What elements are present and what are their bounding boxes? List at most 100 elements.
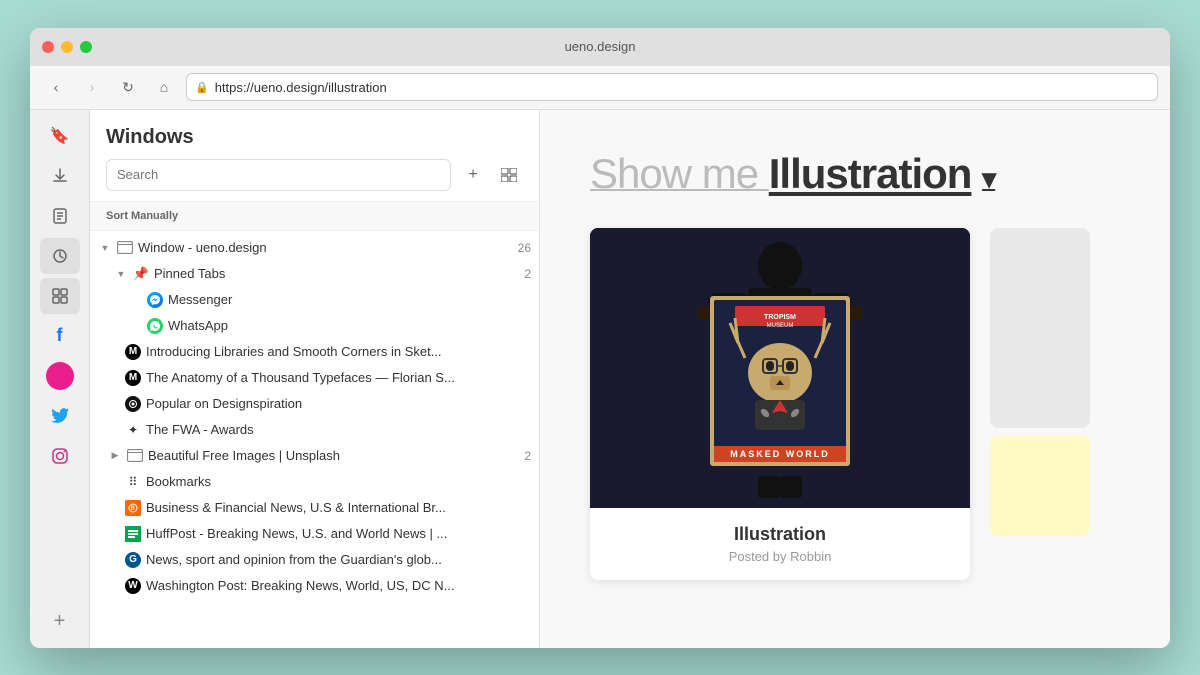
browser-title: ueno.design (565, 39, 636, 54)
card-image: TROPISM MUSEUM (590, 228, 970, 508)
chevron-down-icon: ▼ (114, 267, 128, 281)
designspiration-label: Popular on Designspiration (146, 396, 531, 411)
reload-button[interactable]: ↻ (114, 73, 142, 101)
notes-sidebar-button[interactable] (40, 198, 80, 234)
search-input[interactable] (106, 159, 451, 191)
medium-icon-2: M (124, 369, 142, 387)
forward-button[interactable]: › (78, 73, 106, 101)
grid-view-button[interactable] (495, 161, 523, 189)
panel-title: Windows (106, 126, 523, 149)
pinned-tabs-count: 2 (524, 267, 531, 281)
twitter-sidebar-button[interactable] (40, 398, 80, 434)
pinned-tabs-label: Pinned Tabs (154, 266, 520, 281)
bookmarks-item[interactable]: ⠿ Bookmarks (90, 469, 539, 495)
url-text: https://ueno.design/illustration (215, 80, 387, 95)
designspiration-item[interactable]: Popular on Designspiration (90, 391, 539, 417)
add-window-button[interactable]: + (459, 161, 487, 189)
traffic-lights (42, 41, 92, 53)
business-label: Business & Financial News, U.S & Interna… (146, 500, 531, 515)
window-count: 26 (518, 241, 531, 255)
content-area: Show me Illustration ▾ (540, 110, 1170, 648)
partial-card-bottom (990, 436, 1090, 536)
unsplash-count: 2 (524, 449, 531, 463)
huffpost-label: HuffPost - Breaking News, U.S. and World… (146, 526, 531, 541)
window-item[interactable]: ▼ Window - ueno.design 26 (90, 235, 539, 261)
chevron-right-icon: ▶ (108, 449, 122, 463)
title-bar: ueno.design (30, 28, 1170, 66)
history-sidebar-button[interactable] (40, 238, 80, 274)
heading-prefix: Show me (590, 150, 769, 197)
close-button[interactable] (42, 41, 54, 53)
card-container: TROPISM MUSEUM (590, 228, 1120, 580)
heading-main: Illustration (769, 150, 972, 197)
bookmarks-label: Bookmarks (146, 474, 531, 489)
unsplash-item[interactable]: ▶ Beautiful Free Images | Unsplash 2 (90, 443, 539, 469)
guardian-icon: G (124, 551, 142, 569)
fwa-label: The FWA - Awards (146, 422, 531, 437)
whatsapp-label: WhatsApp (168, 318, 531, 333)
bookmark-sidebar-button[interactable]: 🔖 (40, 118, 80, 154)
messenger-icon (146, 291, 164, 309)
card-info: Illustration Posted by Robbin (590, 508, 970, 580)
svg-text:MUSEUM: MUSEUM (767, 323, 794, 329)
unsplash-icon (126, 447, 144, 465)
instagram-sidebar-button[interactable] (40, 438, 80, 474)
partial-cards (990, 228, 1090, 536)
window-icon (116, 239, 134, 257)
washingtonpost-icon: W (124, 577, 142, 595)
window-label: Window - ueno.design (138, 240, 514, 255)
anatomy-label: The Anatomy of a Thousand Typefaces — Fl… (146, 370, 531, 385)
partial-card-top (990, 228, 1090, 428)
windows-panel: Windows + Sort Manually ▼ Window (90, 110, 540, 648)
washingtonpost-label: Washington Post: Breaking News, World, U… (146, 578, 531, 593)
guardian-label: News, sport and opinion from the Guardia… (146, 552, 531, 567)
svg-text:MASKED WORLD: MASKED WORLD (730, 449, 830, 459)
bookmarks-icon: ⠿ (124, 473, 142, 491)
sort-label: Sort Manually (90, 202, 539, 231)
libraries-item[interactable]: M Introducing Libraries and Smooth Corne… (90, 339, 539, 365)
card-title: Illustration (610, 524, 950, 545)
business-item[interactable]: B Business & Financial News, U.S & Inter… (90, 495, 539, 521)
medium-icon: M (124, 343, 142, 361)
lock-icon: 🔒 (195, 81, 209, 94)
panel-header: Windows + (90, 110, 539, 202)
libraries-label: Introducing Libraries and Smooth Corners… (146, 344, 531, 359)
fwa-icon: ✦ (124, 421, 142, 439)
minimize-button[interactable] (61, 41, 73, 53)
messenger-item[interactable]: Messenger (90, 287, 539, 313)
tree-list: ▼ Window - ueno.design 26 ▼ 📌 Pinned Tab… (90, 231, 539, 648)
svg-text:B: B (131, 506, 136, 512)
messenger-label: Messenger (168, 292, 531, 307)
whatsapp-icon (146, 317, 164, 335)
back-button[interactable]: ‹ (42, 73, 70, 101)
sidebar-icons: 🔖 f + (30, 110, 90, 648)
pinned-tabs-item[interactable]: ▼ 📌 Pinned Tabs 2 (90, 261, 539, 287)
svg-text:TROPISM: TROPISM (764, 314, 796, 321)
home-button[interactable]: ⌂ (150, 73, 178, 101)
url-bar[interactable]: 🔒 https://ueno.design/illustration (186, 73, 1158, 101)
pink-app-sidebar-button[interactable] (40, 358, 80, 394)
windows-sidebar-button[interactable] (40, 278, 80, 314)
unsplash-label: Beautiful Free Images | Unsplash (148, 448, 520, 463)
download-sidebar-button[interactable] (40, 158, 80, 194)
facebook-sidebar-button[interactable]: f (40, 318, 80, 354)
pin-icon: 📌 (132, 265, 150, 283)
washingtonpost-item[interactable]: W Washington Post: Breaking News, World,… (90, 573, 539, 599)
search-bar: + (106, 159, 523, 191)
fwa-item[interactable]: ✦ The FWA - Awards (90, 417, 539, 443)
fullscreen-button[interactable] (80, 41, 92, 53)
nav-bar: ‹ › ↻ ⌂ 🔒 https://ueno.design/illustrati… (30, 66, 1170, 110)
whatsapp-item[interactable]: WhatsApp (90, 313, 539, 339)
illustration-card[interactable]: TROPISM MUSEUM (590, 228, 970, 580)
huffpost-item[interactable]: HuffPost - Breaking News, U.S. and World… (90, 521, 539, 547)
designspiration-icon (124, 395, 142, 413)
anatomy-item[interactable]: M The Anatomy of a Thousand Typefaces — … (90, 365, 539, 391)
guardian-item[interactable]: G News, sport and opinion from the Guard… (90, 547, 539, 573)
heading-dropdown-arrow[interactable]: ▾ (982, 163, 995, 194)
page-heading: Show me Illustration ▾ (590, 150, 1120, 198)
add-sidebar-button[interactable]: + (40, 604, 80, 640)
main-area: 🔖 f + (30, 110, 1170, 648)
browser-window: ueno.design ‹ › ↻ ⌂ 🔒 https://ueno.desig… (30, 28, 1170, 648)
chevron-down-icon: ▼ (98, 241, 112, 255)
huffpost-icon (124, 525, 142, 543)
